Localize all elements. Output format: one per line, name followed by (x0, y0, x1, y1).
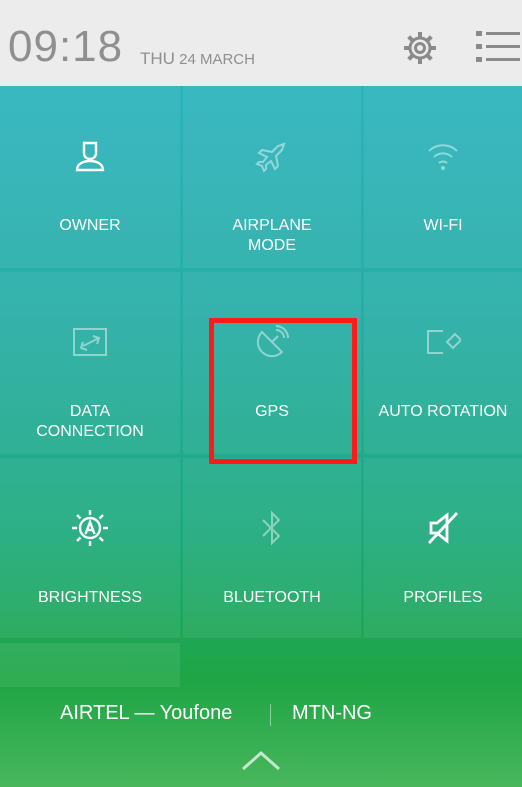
partial-tile (0, 643, 180, 687)
tile-gps[interactable]: GPS (183, 272, 361, 454)
notification-list-button[interactable] (472, 26, 520, 68)
gear-icon (404, 32, 436, 64)
sound-off-icon (423, 508, 463, 548)
tile-wifi-label: WI-FI (423, 217, 463, 234)
tile-brightness-label: BRIGHTNESS (37, 589, 142, 606)
tile-wifi[interactable]: WI-FI (364, 86, 522, 268)
tile-bluetooth-label: BLUETOOTH (223, 589, 321, 606)
tile-data-connection[interactable]: DATA CONNECTION (0, 272, 180, 454)
collapse-handle[interactable] (0, 734, 522, 787)
tile-gps-label: GPS (255, 403, 289, 420)
tile-bluetooth[interactable]: BLUETOOTH (183, 458, 361, 638)
tile-auto-rotation-label: AUTO ROTATION (378, 403, 508, 420)
tile-brightness[interactable]: BRIGHTNESS (0, 458, 180, 638)
airplane-icon (252, 136, 292, 176)
tile-airplane-mode-label: AIRPLANE MODE (232, 217, 312, 254)
tile-profiles[interactable]: PROFILES (364, 458, 522, 638)
bluetooth-icon (252, 508, 292, 548)
rotation-icon (423, 322, 463, 362)
wifi-icon (423, 136, 463, 176)
tile-airplane-mode[interactable]: AIRPLANE MODE (183, 86, 361, 268)
settings-button[interactable] (400, 28, 440, 68)
tile-auto-rotation[interactable]: AUTO ROTATION (364, 272, 522, 454)
status-bar: 09:18 THU 24 MARCH (0, 0, 522, 86)
gps-satellite-icon (252, 322, 292, 362)
clock: 09:18 (8, 22, 124, 71)
list-icon (476, 31, 520, 62)
tile-profiles-label: PROFILES (403, 589, 483, 606)
brightness-auto-icon (70, 508, 110, 548)
date: THU 24 MARCH (140, 49, 255, 69)
carrier-divider (270, 704, 271, 726)
tile-owner[interactable]: OWNER (0, 86, 180, 268)
quick-settings-panel: OWNER AIRPLANE MODE WI-FI DATA CONNECTIO… (0, 86, 522, 787)
data-transfer-icon (70, 322, 110, 362)
day-of-week: THU (140, 49, 175, 68)
chevron-up-icon (242, 750, 280, 770)
tile-owner-label: OWNER (59, 217, 121, 234)
sim1-carrier: AIRTEL — Youfone (60, 702, 233, 724)
user-icon (70, 136, 110, 176)
tile-data-connection-label: DATA CONNECTION (36, 403, 144, 440)
date-text: 24 MARCH (179, 51, 255, 68)
sim2-carrier: MTN-NG (292, 702, 372, 724)
